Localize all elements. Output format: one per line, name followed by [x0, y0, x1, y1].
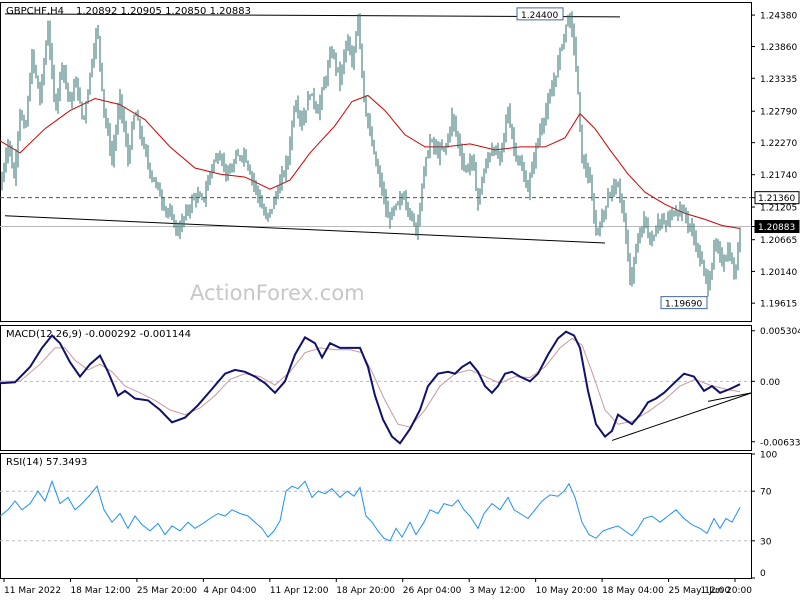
x-axis-tick-label: 11 Mar 2022 — [4, 586, 61, 596]
rsi-y-tick-label: 0 — [760, 569, 766, 579]
price-y-tick-label: 1.21205 — [760, 204, 797, 214]
price-y-tick-label: 1.23860 — [760, 43, 797, 53]
x-axis-tick-label: 18 Mar 12:00 — [70, 586, 130, 596]
x-axis-tick-label: 3 May 12:00 — [469, 586, 525, 596]
price-y-tick-label: 1.22790 — [760, 108, 797, 118]
x-axis-tick-label: 18 Apr 20:00 — [336, 586, 395, 596]
price-level-label: 1.21360 — [758, 194, 795, 204]
x-axis-tick-label: 26 Apr 04:00 — [403, 586, 462, 596]
x-axis-tick-label: 25 Mar 20:00 — [137, 586, 197, 596]
x-axis-tick-label: 4 Apr 04:00 — [203, 586, 256, 596]
gbpchf-h4-chart: ActionForex.com GBPCHF,H4 1.20892 1.2090… — [0, 2, 800, 596]
price-y-tick-label: 1.23335 — [760, 75, 797, 85]
x-axis-tick-label: 18 May 04:00 — [602, 586, 664, 596]
macd-y-tick-label: -0.006336 — [760, 438, 800, 448]
rsi-y-tick-label: 30 — [760, 537, 772, 547]
price-level-label: 1.20883 — [758, 223, 795, 233]
rsi-y-tick-label: 70 — [760, 488, 772, 498]
price-callout-label: 1.24400 — [521, 11, 558, 21]
x-axis-tick-label: 10 May 20:00 — [536, 586, 598, 596]
watermark: ActionForex.com — [190, 281, 365, 305]
macd-y-tick-label: 0.00 — [760, 378, 780, 388]
price-y-tick-label: 1.20140 — [760, 268, 797, 278]
x-axis-tick-label: 1 Jun 20:00 — [701, 586, 753, 596]
x-axis-tick-label: 11 Apr 12:00 — [270, 586, 329, 596]
rsi-y-tick-label: 100 — [760, 451, 777, 461]
price-y-tick-label: 1.21740 — [760, 171, 797, 181]
price-y-tick-label: 1.20665 — [760, 236, 797, 246]
price-y-tick-label: 1.19615 — [760, 300, 797, 310]
rsi-panel-frame — [0, 453, 752, 579]
price-y-tick-label: 1.22270 — [760, 139, 797, 149]
rsi-label: RSI(14) 57.3493 — [6, 457, 87, 468]
symbol-label: GBPCHF,H4 — [6, 6, 64, 17]
macd-y-tick-label: 0.005304 — [760, 327, 800, 337]
price-y-tick-label: 1.24380 — [760, 12, 797, 22]
chart-root: ActionForex.com GBPCHF,H4 1.20892 1.2090… — [0, 0, 800, 600]
macd-label: MACD(12,26,9) -0.000292 -0.001144 — [6, 329, 191, 340]
price-callout-label: 1.19690 — [665, 300, 702, 310]
